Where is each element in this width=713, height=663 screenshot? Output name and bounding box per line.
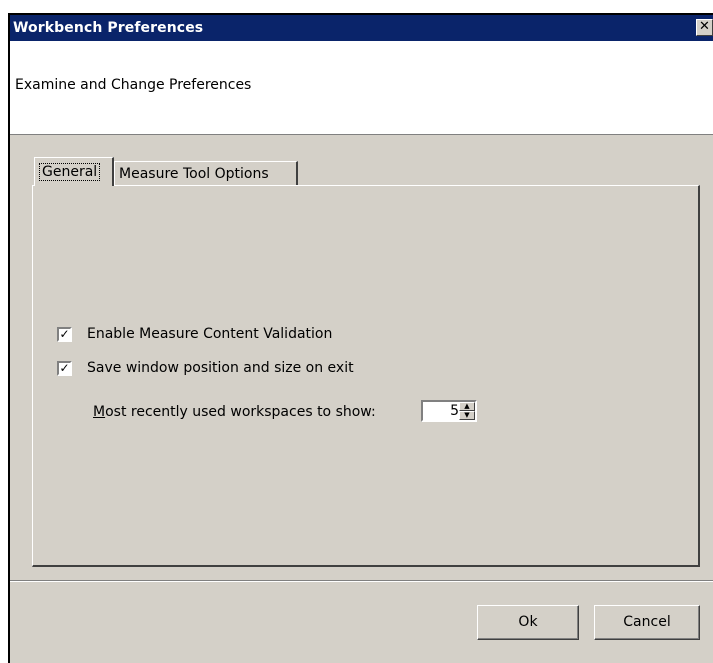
save-window-position-label: Save window position and size on exit	[87, 360, 354, 376]
close-icon: ✕	[699, 19, 710, 34]
footer-separator-highlight	[10, 581, 713, 582]
spinner-up-button[interactable]: ▲	[459, 402, 475, 411]
spinner-buttons: ▲ ▼	[459, 402, 475, 420]
mru-label-text: ost recently used workspaces to show:	[105, 404, 376, 420]
tab-general[interactable]: General	[34, 157, 114, 186]
arrow-down-icon: ▼	[464, 411, 470, 419]
tab-measure-tool-options-label: Measure Tool Options	[119, 166, 269, 182]
ok-button[interactable]: Ok	[477, 605, 579, 640]
arrow-up-icon: ▲	[464, 402, 470, 410]
save-window-position-checkbox[interactable]: ✓	[57, 361, 72, 376]
mru-accelerator-letter: M	[93, 404, 106, 420]
mru-workspaces-value[interactable]: 5	[423, 403, 459, 419]
mru-workspaces-label: Most recently used workspaces to show:	[93, 404, 376, 420]
tab-measure-tool-options[interactable]: Measure Tool Options	[114, 161, 298, 185]
close-button[interactable]: ✕	[696, 19, 713, 36]
enable-validation-label: Enable Measure Content Validation	[87, 326, 333, 342]
mru-workspaces-spinner[interactable]: 5 ▲ ▼	[421, 400, 477, 422]
window-title: Workbench Preferences	[13, 20, 204, 36]
cancel-button[interactable]: Cancel	[594, 605, 700, 640]
spinner-down-button[interactable]: ▼	[459, 411, 475, 420]
preferences-dialog: Workbench Preferences ✕ Examine and Chan…	[8, 13, 713, 663]
header-panel: Examine and Change Preferences	[10, 41, 713, 135]
checkmark-icon: ✓	[59, 327, 70, 341]
header-description: Examine and Change Preferences	[15, 77, 252, 93]
title-bar[interactable]: Workbench Preferences ✕	[10, 15, 713, 41]
general-tab-panel: ✓ Enable Measure Content Validation ✓ Sa…	[32, 185, 700, 567]
checkmark-icon: ✓	[59, 361, 70, 375]
tab-general-label: General	[39, 163, 101, 181]
enable-validation-checkbox[interactable]: ✓	[57, 327, 72, 342]
